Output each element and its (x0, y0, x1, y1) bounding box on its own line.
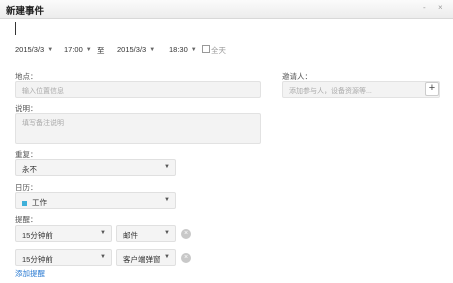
reminder-time-select[interactable]: 15分钟前 ▼ (15, 249, 112, 266)
start-date-picker[interactable]: 2015/3/3 ▼ (15, 45, 53, 54)
event-title-input[interactable] (15, 22, 16, 35)
close-button[interactable]: × (438, 3, 443, 13)
reminder-time-value: 15分钟前 (22, 255, 53, 264)
add-invitee-button[interactable]: + (425, 82, 439, 96)
repeat-select[interactable]: 永不 ▼ (15, 159, 176, 176)
remove-reminder-icon[interactable]: × (181, 253, 191, 263)
reminder-method-value: 邮件 (123, 231, 138, 240)
title-bar: 新建事件 - × (0, 0, 453, 19)
end-time-value: 18:30 (169, 45, 188, 54)
invitees-input[interactable]: 添加参与人，设备资源等... (282, 81, 440, 98)
chevron-down-icon: ▼ (164, 230, 170, 236)
start-date-value: 2015/3/3 (15, 45, 45, 54)
chevron-down-icon: ▼ (164, 197, 170, 203)
description-textarea[interactable]: 填写备注说明 (15, 113, 261, 144)
window-title: 新建事件 (6, 6, 45, 17)
time-separator: 至 (97, 46, 105, 55)
reminder-method-select[interactable]: 邮件 ▼ (116, 225, 176, 242)
reminder-method-value: 客户端弹窗 (123, 255, 161, 264)
end-date-picker[interactable]: 2015/3/3 ▼ (117, 45, 155, 54)
remove-reminder-icon[interactable]: × (181, 229, 191, 239)
start-time-value: 17:00 (64, 45, 83, 54)
location-input[interactable]: 输入位置信息 (15, 81, 261, 98)
chevron-down-icon: ▼ (149, 46, 156, 53)
reminder-time-value: 15分钟前 (22, 231, 53, 240)
chevron-down-icon: ▼ (100, 254, 106, 260)
minimize-button[interactable]: - (423, 3, 426, 13)
calendar-select[interactable]: 工作 ▼ (15, 192, 176, 209)
chevron-down-icon: ▼ (47, 46, 54, 53)
end-time-picker[interactable]: 18:30 ▼ (169, 45, 197, 54)
calendar-color-swatch (22, 200, 27, 206)
all-day-label: 全天 (211, 46, 226, 55)
all-day-checkbox[interactable] (202, 45, 210, 53)
reminders-label: 提醒： (15, 215, 38, 224)
start-time-picker[interactable]: 17:00 ▼ (64, 45, 92, 54)
repeat-value: 永不 (22, 165, 37, 174)
chevron-down-icon: ▼ (190, 46, 197, 53)
calendar-value: 工作 (32, 198, 47, 207)
reminder-time-select[interactable]: 15分钟前 ▼ (15, 225, 112, 242)
chevron-down-icon: ▼ (164, 164, 170, 170)
end-date-value: 2015/3/3 (117, 45, 147, 54)
chevron-down-icon: ▼ (100, 230, 106, 236)
add-reminder-link[interactable]: 添加提醒 (15, 268, 45, 279)
chevron-down-icon: ▼ (164, 254, 170, 260)
chevron-down-icon: ▼ (85, 46, 92, 53)
reminder-method-select[interactable]: 客户端弹窗 ▼ (116, 249, 176, 266)
